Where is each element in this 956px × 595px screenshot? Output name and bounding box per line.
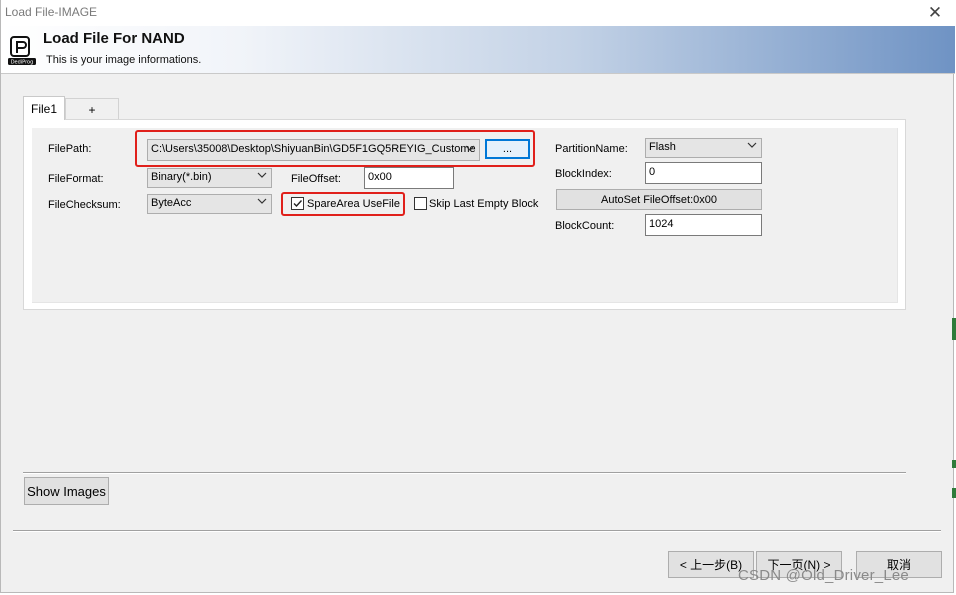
fileoffset-label: FileOffset: (291, 173, 341, 185)
load-file-dialog: Load File-IMAGE ✕ DediProg Load File For… (0, 0, 955, 593)
autoset-fileoffset-label: AutoSet FileOffset:0x00 (601, 193, 717, 206)
header-banner: DediProg Load File For NAND This is your… (1, 26, 955, 74)
blockcount-input[interactable]: 1024 (645, 214, 762, 236)
show-images-label: Show Images (27, 483, 106, 499)
tab-file1[interactable]: File1 (23, 96, 65, 120)
autoset-fileoffset-button[interactable]: AutoSet FileOffset:0x00 (556, 189, 762, 210)
fileformat-dropdown[interactable]: Binary(*.bin) (147, 168, 272, 188)
filepath-highlight (135, 130, 535, 167)
background-window-edge (952, 488, 956, 498)
fileoffset-input[interactable]: 0x00 (364, 167, 454, 189)
title-bar[interactable]: Load File-IMAGE ✕ (1, 0, 955, 26)
sparearea-highlight (281, 192, 405, 216)
tab-add-label: + (88, 102, 96, 117)
background-window-edge (952, 318, 956, 340)
blockindex-input[interactable]: 0 (645, 162, 762, 184)
close-icon: ✕ (927, 3, 943, 22)
close-button[interactable]: ✕ (915, 0, 955, 26)
separator-highlight (23, 473, 906, 474)
fileformat-value: Binary(*.bin) (151, 171, 212, 183)
filepath-label: FilePath: (48, 143, 92, 155)
partitionname-label: PartitionName: (555, 143, 628, 155)
filechecksum-label: FileChecksum: (48, 199, 121, 211)
chevron-down-icon (257, 172, 267, 179)
partitionname-dropdown[interactable]: Flash (645, 138, 762, 158)
show-images-button[interactable]: Show Images (24, 477, 109, 505)
fileformat-label: FileFormat: (48, 173, 104, 185)
skip-last-empty-block-checkbox[interactable] (414, 197, 427, 210)
fileoffset-value: 0x00 (368, 171, 392, 183)
filechecksum-value: ByteAcc (151, 197, 192, 209)
chevron-down-icon (747, 142, 757, 149)
blockindex-value: 0 (649, 166, 656, 178)
footer-separator-highlight (13, 531, 941, 532)
blockindex-label: BlockIndex: (555, 168, 612, 180)
partitionname-value: Flash (649, 141, 676, 153)
logo-text: DediProg (11, 60, 34, 66)
dialog-heading: Load File For NAND (43, 30, 185, 47)
background-window-edge (952, 460, 956, 468)
dediprog-logo-icon: DediProg (8, 36, 36, 66)
dialog-subtitle: This is your image informations. (46, 54, 202, 66)
tab-file1-label: File1 (30, 101, 57, 116)
back-label: < 上一步(B) (679, 558, 743, 572)
window-title: Load File-IMAGE (5, 5, 98, 19)
blockcount-value: 1024 (649, 218, 674, 230)
blockcount-label: BlockCount: (555, 220, 615, 232)
skip-last-empty-block-label[interactable]: Skip Last Empty Block (429, 198, 538, 210)
tab-add[interactable]: + (65, 98, 119, 120)
chevron-down-icon (257, 198, 267, 205)
csdn-watermark: CSDN @Old_Driver_Lee (738, 567, 909, 584)
filechecksum-dropdown[interactable]: ByteAcc (147, 194, 272, 214)
